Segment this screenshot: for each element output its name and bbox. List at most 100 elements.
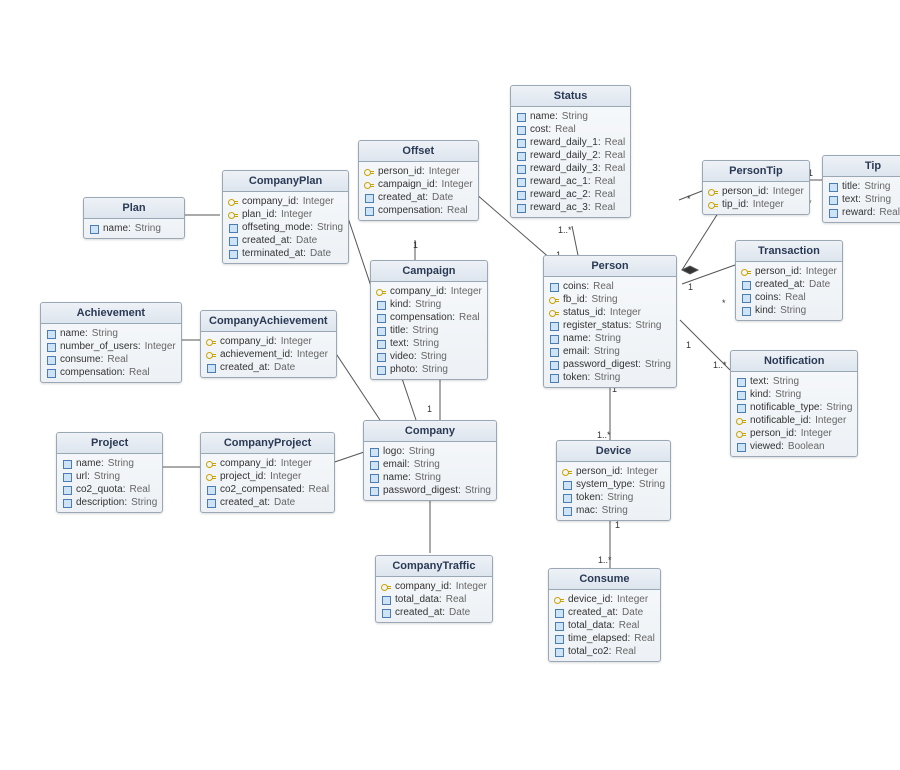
entity-plan[interactable]: Plan name:String (83, 197, 185, 239)
attribute-row: reward_ac_3: Real (516, 201, 625, 214)
attribute-name: compensation: (378, 205, 443, 216)
entity-status[interactable]: Status name:Stringcost:Realreward_daily_… (510, 85, 631, 218)
attribute-row: offseting_mode:String (228, 221, 343, 234)
attribute-name: created_at: (395, 607, 445, 618)
entity-device-title: Device (557, 441, 670, 462)
attribute-name: url: (76, 471, 90, 482)
attribute-row: person_id:Integer (364, 165, 473, 178)
attribute-row: description:String (62, 496, 157, 509)
attribute-row: created_at:Date (381, 606, 487, 619)
entity-companyplan[interactable]: CompanyPlan company_id:Integerplan_id:In… (222, 170, 349, 264)
field-icon (516, 164, 526, 174)
entity-person-title: Person (544, 256, 676, 277)
attribute-type: String (635, 320, 661, 331)
field-icon (46, 329, 56, 339)
field-icon (46, 342, 56, 352)
attribute-row: created_at:Date (554, 606, 655, 619)
field-icon (516, 177, 526, 187)
key-icon (364, 167, 374, 177)
entity-transaction-title: Transaction (736, 241, 842, 262)
attribute-type: String (421, 351, 447, 362)
attribute-name: title: (390, 325, 408, 336)
attribute-name: notificable_type: (750, 402, 822, 413)
key-icon (549, 295, 559, 305)
entity-companyachievement[interactable]: CompanyAchievement company_id:Integerach… (200, 310, 337, 378)
attribute-name: created_at: (755, 279, 805, 290)
field-icon (516, 112, 526, 122)
attribute-row: plan_id:Integer (228, 208, 343, 221)
entity-plan-title: Plan (84, 198, 184, 219)
entity-achievement[interactable]: Achievement name:Stringnumber_of_users:I… (40, 302, 182, 383)
entity-persontip[interactable]: PersonTip person_id:Integertip_id:Intege… (702, 160, 810, 215)
attribute-name: created_at: (568, 607, 618, 618)
entity-offset[interactable]: Offset person_id:Integercampaign_id: Inte… (358, 140, 479, 221)
attribute-type: Real (595, 202, 616, 213)
attribute-name: reward_daily_1: (530, 137, 601, 148)
attribute-type: Integer (441, 179, 472, 190)
attribute-name: text: (842, 194, 861, 205)
field-icon (228, 249, 238, 259)
entity-transaction[interactable]: Transaction person_id:Integercreated_at:… (735, 240, 843, 321)
entity-consume[interactable]: Consume device_id:Integercreated_at:Date… (548, 568, 661, 662)
entity-companyproject[interactable]: CompanyProject company_id:Integerproject… (200, 432, 335, 513)
entity-project[interactable]: Project name:Stringurl:Stringco2_quota:R… (56, 432, 163, 513)
attribute-row: photo:String (376, 363, 482, 376)
key-icon (708, 187, 718, 197)
attribute-row: coins:Real (741, 291, 837, 304)
attribute-name: created_at: (378, 192, 428, 203)
card-person-device-star: 1..* (597, 430, 611, 440)
field-icon (62, 498, 72, 508)
attribute-row: logo:String (369, 445, 491, 458)
attribute-row: achievement_id:Integer (206, 348, 331, 361)
attribute-name: name: (76, 458, 104, 469)
field-icon (554, 621, 564, 631)
entity-campaign[interactable]: Campaign company_id:Integerkind:Stringco… (370, 260, 488, 380)
field-icon (736, 377, 746, 387)
field-icon (549, 360, 559, 370)
entity-campaign-body: company_id:Integerkind:Stringcompensatio… (371, 282, 487, 379)
key-icon (554, 595, 564, 605)
attribute-type: String (594, 372, 620, 383)
attribute-type: Integer (303, 196, 334, 207)
attribute-row: terminated_at:Date (228, 247, 343, 260)
key-icon (206, 337, 216, 347)
attribute-name: total_data: (568, 620, 615, 631)
attribute-type: Real (595, 176, 616, 187)
attribute-row: token:String (562, 491, 665, 504)
entity-tip[interactable]: Tip title:Stringtext:Stringreward:Real (822, 155, 900, 223)
field-icon (741, 306, 751, 316)
attribute-row: project_id:Integer (206, 470, 329, 483)
attribute-name: company_id: (390, 286, 447, 297)
entity-companytraffic[interactable]: CompanyTraffic company_id:Integertotal_d… (375, 555, 493, 623)
attribute-row: total_data:Real (554, 619, 655, 632)
attribute-name: company_id: (220, 458, 277, 469)
key-icon (736, 416, 746, 426)
attribute-row: created_at:Date (206, 361, 331, 374)
entity-offset-title: Offset (359, 141, 478, 162)
field-icon (364, 193, 374, 203)
attribute-name: person_id: (750, 428, 797, 439)
card-offset-campaign-top: 1 (413, 240, 418, 250)
field-icon (549, 321, 559, 331)
field-icon (228, 236, 238, 246)
attribute-name: register_status: (563, 320, 631, 331)
attribute-name: campaign_id: (378, 179, 437, 190)
field-icon (369, 447, 379, 457)
entity-achievement-body: name:Stringnumber_of_users:Integerconsum… (41, 324, 181, 382)
entity-company[interactable]: Company logo:Stringemail:Stringname:Stri… (363, 420, 497, 501)
attribute-name: coins: (755, 292, 781, 303)
entity-notification[interactable]: Notification text:Stringkind:Stringnotif… (730, 350, 858, 457)
attribute-name: reward_ac_3: (530, 202, 591, 213)
entity-status-body: name:Stringcost:Realreward_daily_1:Realr… (511, 107, 630, 217)
attribute-row: reward:Real (828, 206, 900, 219)
entity-person[interactable]: Person coins:Realfb_id:Stringstatus_id:I… (543, 255, 677, 388)
attribute-row: name:String (549, 332, 671, 345)
entity-device[interactable]: Device person_id:Integersystem_type:Stri… (556, 440, 671, 521)
field-icon (554, 647, 564, 657)
attribute-name: reward_daily_3: (530, 163, 601, 174)
attribute-row: reward_ac_1:Real (516, 175, 625, 188)
attribute-type: Real (129, 367, 150, 378)
attribute-name: total_data: (395, 594, 442, 605)
attribute-type: String (409, 446, 435, 457)
attribute-row: text:String (828, 193, 900, 206)
